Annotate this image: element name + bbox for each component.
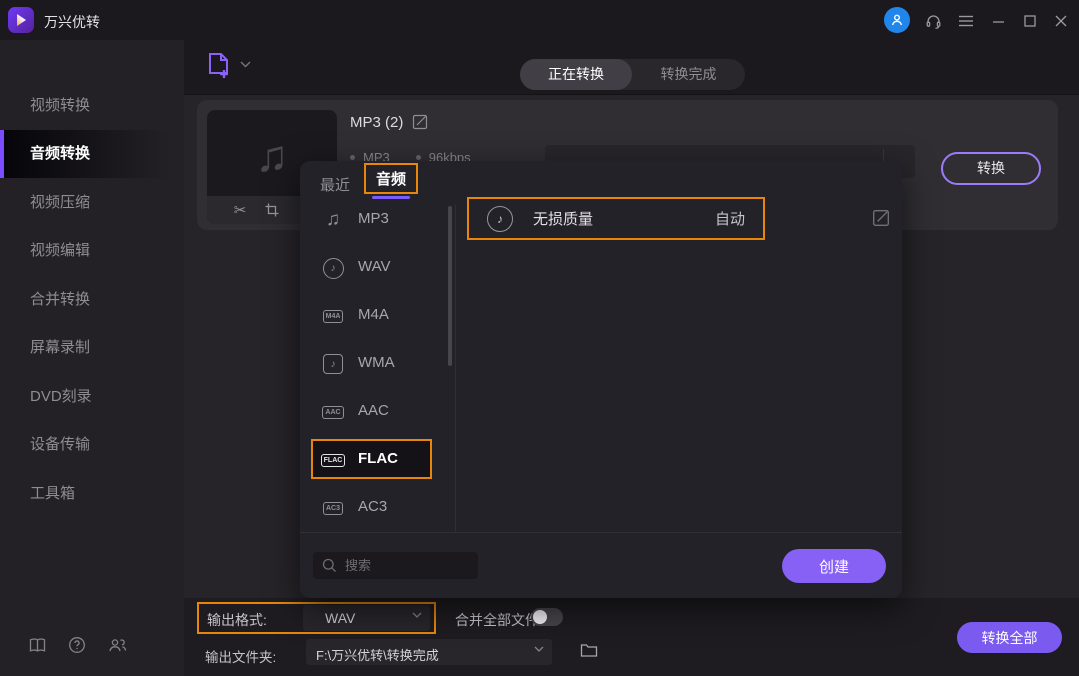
- toolbar: 正在转换 转换完成: [184, 40, 1079, 95]
- convert-status-tabs: 正在转换 转换完成: [520, 59, 745, 90]
- minimize-button[interactable]: [985, 8, 1011, 34]
- format-item-wma[interactable]: ♪ WMA: [300, 340, 455, 388]
- output-folder-value: F:\万兴优转\转换完成: [316, 648, 439, 663]
- format-list: ♫ MP3 ♪ WAV M4A M4A ♪ WMA AAC AAC FLAC F…: [300, 196, 455, 532]
- app-logo-icon: [8, 7, 34, 33]
- search-icon: [322, 558, 336, 572]
- tab-finished[interactable]: 转换完成: [632, 59, 745, 90]
- format-item-m4a[interactable]: M4A M4A: [300, 292, 455, 340]
- open-folder-icon[interactable]: [580, 642, 600, 662]
- close-button[interactable]: [1048, 8, 1074, 34]
- format-item-aac[interactable]: AAC AAC: [300, 388, 455, 436]
- sidebar-item-merge-convert[interactable]: 合并转换: [0, 276, 184, 324]
- create-custom-format-button[interactable]: 创建: [782, 549, 886, 583]
- aac-badge-icon: AAC: [320, 400, 346, 424]
- sidebar-item-video-convert[interactable]: 视频转换: [0, 82, 184, 130]
- merge-all-label: 合并全部文件: [455, 612, 539, 628]
- file-title: MP3 (2): [350, 114, 404, 131]
- popup-footer-divider: [300, 532, 902, 533]
- mp3-notes-icon: ♫: [325, 209, 341, 230]
- app-title: 万兴优转: [44, 14, 100, 30]
- popup-vertical-divider: [455, 205, 456, 532]
- sidebar-item-device-transfer[interactable]: 设备传输: [0, 421, 184, 469]
- menu-icon[interactable]: [953, 8, 979, 34]
- quality-note-icon: ♪: [487, 205, 513, 232]
- format-popup: 最近 音频 ♫ MP3 ♪ WAV M4A M4A ♪ WMA AAC AAC …: [300, 161, 902, 598]
- tab-converting[interactable]: 正在转换: [520, 59, 632, 90]
- quality-row-lossless[interactable]: ♪ 无损质量 自动: [467, 197, 765, 240]
- community-users-icon[interactable]: [106, 634, 128, 656]
- convert-all-button[interactable]: 转换全部: [957, 622, 1062, 653]
- app-window: 万兴优转 视频转换 音频转换 视频压缩 视频编辑 合并转换 屏幕录制 DVD刻录…: [0, 0, 1079, 676]
- bottom-bar: 输出格式: WAV 合并全部文件 输出文件夹: F:\万兴优转\转换完成 转换全…: [184, 598, 1079, 676]
- search-input[interactable]: [345, 552, 470, 579]
- toggle-knob: [533, 610, 547, 624]
- wma-square-note-icon: ♪: [320, 352, 346, 376]
- support-headset-icon[interactable]: [920, 8, 946, 34]
- guide-book-icon[interactable]: [26, 634, 48, 656]
- output-format-label: 输出格式:: [207, 612, 267, 628]
- add-file-chevron-icon[interactable]: [240, 61, 251, 68]
- chevron-down-icon: [412, 612, 422, 618]
- wav-circle-note-icon: ♪: [320, 256, 346, 280]
- popup-tab-recent[interactable]: 最近: [320, 174, 350, 195]
- sidebar-item-screen-record[interactable]: 屏幕录制: [0, 324, 184, 372]
- output-format-dropdown[interactable]: WAV: [303, 605, 430, 631]
- quality-edit-icon[interactable]: [872, 209, 892, 229]
- format-item-flac[interactable]: FLAC FLAC: [300, 436, 455, 484]
- titlebar: 万兴优转: [0, 0, 1079, 40]
- sidebar-item-video-compress[interactable]: 视频压缩: [0, 179, 184, 227]
- format-search-box: [313, 552, 478, 579]
- sidebar-item-video-edit[interactable]: 视频编辑: [0, 227, 184, 275]
- add-file-icon[interactable]: [205, 51, 235, 83]
- ac3-badge-icon: AC3: [320, 496, 346, 520]
- merge-all-toggle[interactable]: [531, 608, 563, 626]
- maximize-button[interactable]: [1017, 8, 1043, 34]
- sidebar-item-dvd-burn[interactable]: DVD刻录: [0, 373, 184, 421]
- chevron-down-icon: [534, 646, 544, 652]
- sidebar-item-audio-convert[interactable]: 音频转换: [0, 130, 184, 178]
- output-folder-dropdown[interactable]: F:\万兴优转\转换完成: [306, 639, 552, 665]
- popup-tab-audio-highlight[interactable]: 音频: [364, 163, 418, 194]
- quality-label: 无损质量: [533, 211, 594, 228]
- sidebar: 视频转换 音频转换 视频压缩 视频编辑 合并转换 屏幕录制 DVD刻录 设备传输…: [0, 40, 184, 676]
- quality-value: 自动: [714, 211, 745, 228]
- rename-edit-icon[interactable]: [412, 114, 430, 132]
- convert-button[interactable]: 转换: [941, 152, 1041, 185]
- format-list-scrollbar[interactable]: [448, 206, 452, 366]
- trim-scissors-icon[interactable]: ✂: [231, 201, 249, 219]
- sidebar-footer: [0, 634, 184, 662]
- meta-dot: [415, 155, 421, 160]
- sidebar-item-toolbox[interactable]: 工具箱: [0, 470, 184, 518]
- format-item-ac3[interactable]: AC3 AC3: [300, 484, 455, 532]
- format-item-wav[interactable]: ♪ WAV: [300, 244, 455, 292]
- format-item-mp3[interactable]: ♫ MP3: [300, 196, 455, 244]
- output-folder-label: 输出文件夹:: [205, 650, 277, 665]
- meta-dot: [350, 155, 355, 160]
- popup-tab-audio[interactable]: 音频: [376, 168, 406, 189]
- crop-icon[interactable]: [263, 201, 281, 219]
- help-icon[interactable]: [66, 634, 88, 656]
- output-format-value: WAV: [325, 610, 356, 626]
- m4a-badge-icon: M4A: [320, 304, 346, 328]
- user-avatar[interactable]: [884, 7, 910, 33]
- flac-badge-icon: FLAC: [320, 448, 346, 472]
